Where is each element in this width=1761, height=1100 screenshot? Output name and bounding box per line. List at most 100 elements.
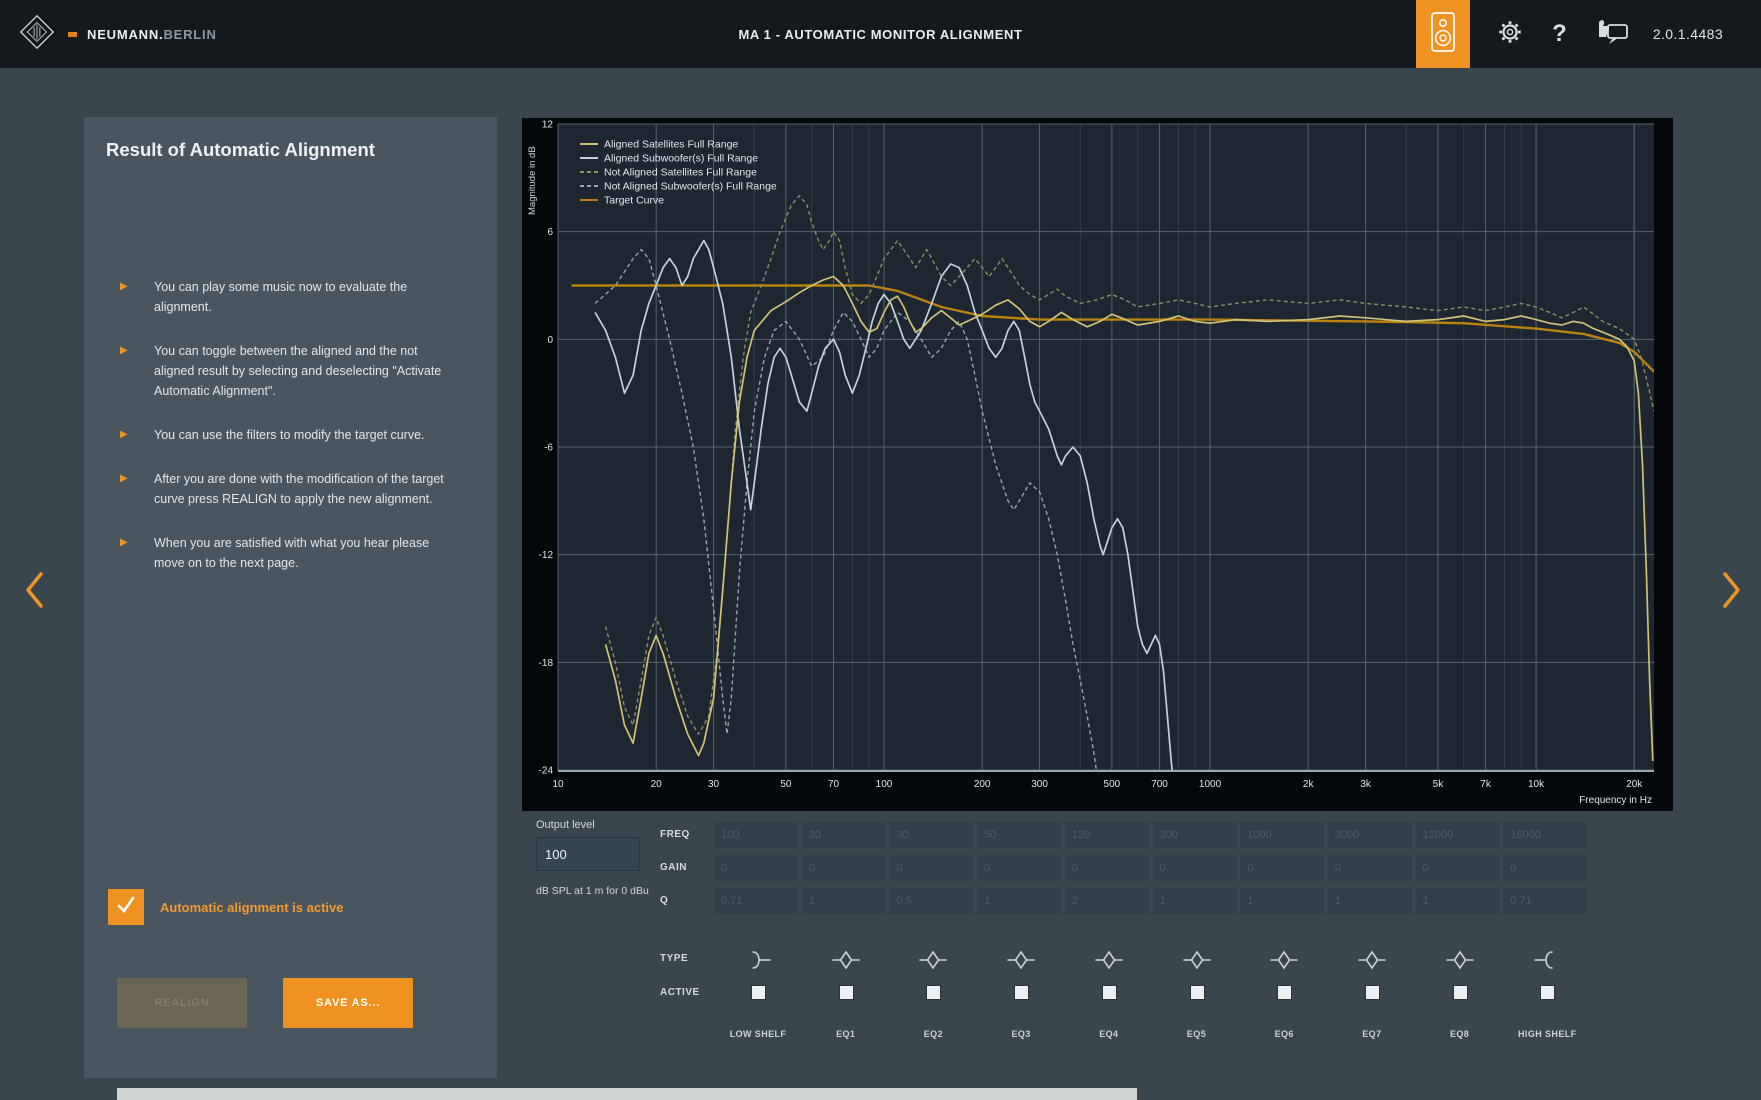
- svg-text:2k: 2k: [1303, 779, 1315, 790]
- eq-q-cell[interactable]: 0.5: [889, 888, 973, 914]
- eq-freq-cell[interactable]: 120: [1065, 822, 1149, 848]
- svg-text:70: 70: [828, 779, 840, 790]
- svg-text:0: 0: [547, 335, 553, 346]
- next-page-button[interactable]: [1716, 568, 1746, 612]
- eq-active-checkbox[interactable]: [1277, 985, 1292, 1000]
- automatic-alignment-row: Automatic alignment is active: [108, 889, 344, 925]
- eq-q-cell[interactable]: 1: [1240, 888, 1324, 914]
- help-button[interactable]: ?: [1552, 20, 1567, 48]
- eq-q-cell[interactable]: 0.71: [1503, 888, 1587, 914]
- eq-q-cell[interactable]: 1: [802, 888, 886, 914]
- bell-icon[interactable]: [918, 947, 948, 973]
- svg-text:Target Curve: Target Curve: [604, 195, 664, 207]
- eq-active-checkbox[interactable]: [926, 985, 941, 1000]
- eq-gain-cell[interactable]: 0: [802, 855, 886, 881]
- feedback-button[interactable]: [1595, 16, 1631, 53]
- eq-gain-cell[interactable]: 0: [1328, 855, 1412, 881]
- eq-q-cell[interactable]: 0.71: [714, 888, 798, 914]
- instruction-bullet: ▶After you are done with the modificatio…: [120, 469, 450, 509]
- eq-active-checkbox[interactable]: [1453, 985, 1468, 1000]
- bullet-text: You can use the filters to modify the ta…: [154, 425, 425, 445]
- eq-band-label: EQ2: [885, 1029, 981, 1039]
- eq-freq-cell[interactable]: 12000: [1416, 822, 1500, 848]
- eq-freq-cell[interactable]: 30: [889, 822, 973, 848]
- eq-gain-cell[interactable]: 0: [889, 855, 973, 881]
- bell-icon[interactable]: [1445, 947, 1475, 973]
- eq-gain-cell[interactable]: 0: [977, 855, 1061, 881]
- eq-active-checkbox[interactable]: [1102, 985, 1117, 1000]
- svg-text:30: 30: [708, 779, 720, 790]
- brand-text: NEUMANN.BERLIN: [87, 27, 217, 42]
- svg-text:12: 12: [542, 120, 554, 131]
- low-shelf-icon[interactable]: [743, 947, 773, 973]
- bullet-text: When you are satisfied with what you hea…: [154, 533, 450, 573]
- eq-band-label: EQ1: [798, 1029, 894, 1039]
- bullet-text: You can toggle between the aligned and t…: [154, 341, 450, 401]
- eq-freq-cell[interactable]: 20: [802, 822, 886, 848]
- automatic-alignment-checkbox[interactable]: [108, 889, 144, 925]
- svg-text:100: 100: [876, 779, 893, 790]
- eq-band-label: EQ6: [1236, 1029, 1332, 1039]
- svg-text:700: 700: [1151, 779, 1168, 790]
- bell-icon[interactable]: [831, 947, 861, 973]
- eq-active-checkbox[interactable]: [1014, 985, 1029, 1000]
- eq-gain-cell[interactable]: 0: [714, 855, 798, 881]
- eq-freq-cell[interactable]: 50: [977, 822, 1061, 848]
- eq-gain-cell[interactable]: 0: [1240, 855, 1324, 881]
- eq-freq-cell[interactable]: 300: [1153, 822, 1237, 848]
- eq-q-cell[interactable]: 1: [1416, 888, 1500, 914]
- svg-text:-12: -12: [539, 550, 554, 561]
- bullet-arrow-icon: ▶: [120, 469, 134, 509]
- bell-icon[interactable]: [1094, 947, 1124, 973]
- eq-gain-cell[interactable]: 0: [1153, 855, 1237, 881]
- prev-page-button[interactable]: [20, 568, 50, 612]
- bell-icon[interactable]: [1357, 947, 1387, 973]
- save-as-button[interactable]: SAVE AS...: [283, 978, 413, 1028]
- eq-q-cell[interactable]: 1: [1153, 888, 1237, 914]
- page-title: MA 1 - AUTOMATIC MONITOR ALIGNMENT: [739, 0, 1023, 68]
- instruction-bullet: ▶You can use the filters to modify the t…: [120, 425, 450, 445]
- svg-text:-24: -24: [539, 766, 554, 777]
- svg-text:50: 50: [780, 779, 792, 790]
- eq-freq-cell[interactable]: 16000: [1503, 822, 1587, 848]
- eq-active-checkbox[interactable]: [1365, 985, 1380, 1000]
- svg-text:Aligned Satellites Full Range: Aligned Satellites Full Range: [604, 139, 738, 151]
- gear-icon: [1496, 18, 1524, 51]
- chart-canvas: 1260-6-12-18-241020305070100200300500700…: [522, 118, 1673, 811]
- eq-q-cell[interactable]: 1: [977, 888, 1061, 914]
- eq-gain-cell[interactable]: 0: [1503, 855, 1587, 881]
- speaker-icon: [1428, 9, 1458, 60]
- checkbox-label: Automatic alignment is active: [160, 900, 344, 915]
- svg-text:1000: 1000: [1199, 779, 1222, 790]
- svg-text:20: 20: [651, 779, 663, 790]
- eq-freq-cell[interactable]: 3000: [1328, 822, 1412, 848]
- eq-band-label: EQ5: [1149, 1029, 1245, 1039]
- eq-gain-cell[interactable]: 0: [1416, 855, 1500, 881]
- instructions-panel: Result of Automatic Alignment ▶You can p…: [84, 117, 497, 1078]
- eq-active-checkbox[interactable]: [1190, 985, 1205, 1000]
- eq-freq-cell[interactable]: 1000: [1240, 822, 1324, 848]
- speaker-setup-button[interactable]: [1416, 0, 1470, 68]
- eq-active-checkbox[interactable]: [839, 985, 854, 1000]
- eq-q-cell[interactable]: 2: [1065, 888, 1149, 914]
- brand: NEUMANN.BERLIN: [16, 0, 217, 68]
- bell-icon[interactable]: [1182, 947, 1212, 973]
- eq-q-cell[interactable]: 1: [1328, 888, 1412, 914]
- eq-band-label: EQ3: [973, 1029, 1069, 1039]
- eq-freq-cell[interactable]: 100: [714, 822, 798, 848]
- eq-active-checkbox[interactable]: [751, 985, 766, 1000]
- output-level-input[interactable]: [536, 837, 640, 871]
- instruction-bullet: ▶You can toggle between the aligned and …: [120, 341, 450, 401]
- bell-icon[interactable]: [1269, 947, 1299, 973]
- realign-button[interactable]: REALIGN: [117, 978, 247, 1028]
- svg-text:Not Aligned Subwoofer(s) Full: Not Aligned Subwoofer(s) Full Range: [604, 181, 777, 193]
- eq-gain-cell[interactable]: 0: [1065, 855, 1149, 881]
- frequency-response-chart: 1260-6-12-18-241020305070100200300500700…: [522, 118, 1673, 811]
- instruction-bullet: ▶You can play some music now to evaluate…: [120, 277, 450, 317]
- svg-text:Frequency in Hz: Frequency in Hz: [1579, 795, 1652, 806]
- eq-row-label-active: ACTIVE: [660, 987, 700, 998]
- settings-button[interactable]: [1496, 18, 1524, 51]
- bell-icon[interactable]: [1006, 947, 1036, 973]
- eq-active-checkbox[interactable]: [1540, 985, 1555, 1000]
- high-shelf-icon[interactable]: [1532, 947, 1562, 973]
